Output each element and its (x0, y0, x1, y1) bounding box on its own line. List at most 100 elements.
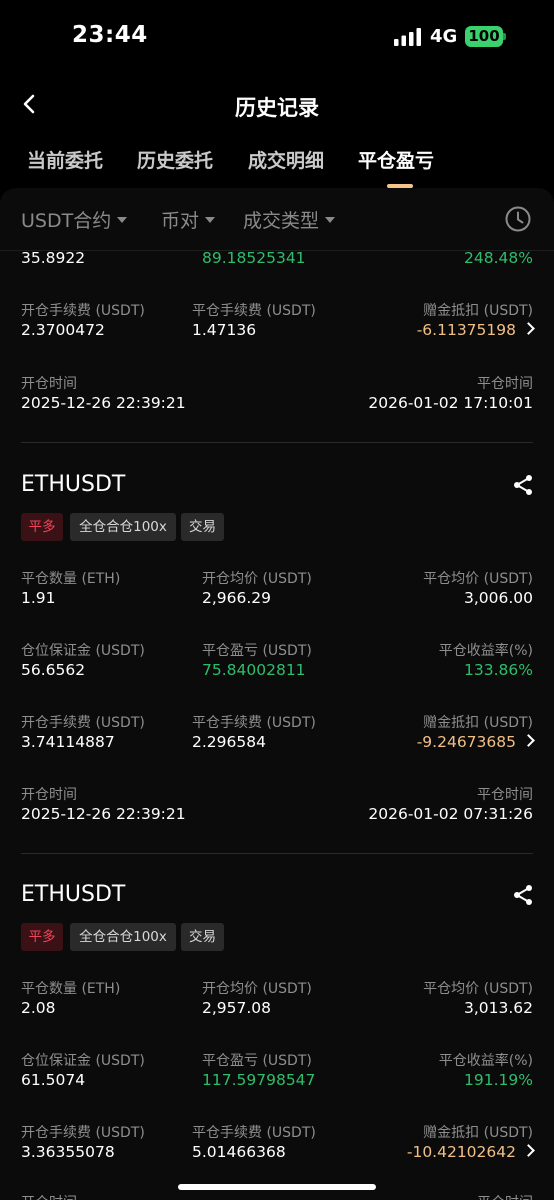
status-bar: 23:44 4G 100 (0, 0, 554, 74)
close-fee-label: 平仓手续费 (USDT) (192, 303, 316, 319)
bonus-deduction-label: 赠金抵扣 (USDT) (423, 303, 533, 319)
chevron-right-icon (522, 734, 535, 747)
open-time-value: 2025-12-26 22:39:21 (21, 394, 186, 412)
open-fee-value: 3.36355078 (21, 1143, 115, 1161)
position-margin-value: 61.5074 (21, 1071, 86, 1089)
page-title: 历史记录 (235, 96, 319, 120)
avg-close-price-value: 3,006.00 (463, 589, 533, 607)
position-margin-label: 仓位保证金 (USDT) (21, 643, 145, 659)
margin-mode-tag: 全仓合仓100x (70, 513, 176, 541)
open-fee-value: 2.3700472 (21, 321, 105, 339)
bonus-deduction-link[interactable]: -6.11375198 (416, 321, 535, 339)
status-time: 23:44 (72, 22, 148, 48)
filter-contract[interactable]: USDT合约 (21, 206, 128, 233)
open-fee-label: 开仓手续费 (USDT) (21, 715, 145, 731)
closed-pnl-value: 89.18525341 (202, 249, 306, 267)
open-time-value: 2025-12-26 22:39:21 (21, 805, 186, 823)
position-margin-value: 35.8922 (21, 249, 86, 267)
close-qty-label: 平仓数量 (ETH) (21, 981, 121, 997)
nav-bar: 历史记录 (0, 80, 554, 130)
avg-close-price-label: 平仓均价 (USDT) (423, 571, 533, 587)
close-time-value: 2026-01-02 17:10:01 (368, 394, 533, 412)
bonus-deduction-value: -9.24673685 (416, 733, 516, 751)
symbol-title: ETHUSDT (21, 882, 126, 907)
network-label: 4G (430, 26, 458, 47)
filter-trade-type[interactable]: 成交类型 (243, 206, 336, 233)
share-icon[interactable] (512, 884, 534, 906)
margin-mode-tag: 全仓合仓100x (70, 923, 176, 951)
clock-icon[interactable] (505, 206, 531, 232)
close-time-value: 2026-01-02 07:31:26 (368, 805, 533, 823)
chevron-down-icon (325, 216, 336, 223)
tab-bar: 当前委托 历史委托 成交明细 平仓盈亏 (0, 142, 554, 188)
tab-trade-details[interactable]: 成交明细 (248, 146, 324, 173)
trade-type-tag: 交易 (181, 513, 224, 541)
chevron-down-icon (205, 216, 216, 223)
closed-pnl-value: 75.84002811 (202, 661, 306, 679)
close-time-label: 平仓时间 (477, 376, 533, 392)
tab-order-history[interactable]: 历史委托 (137, 146, 213, 173)
avg-close-price-value: 3,013.62 (463, 999, 533, 1017)
avg-open-price-label: 开仓均价 (USDT) (202, 571, 312, 587)
close-fee-label: 平仓手续费 (USDT) (192, 715, 316, 731)
close-qty-value: 1.91 (21, 589, 56, 607)
position-margin-label: 仓位保证金 (USDT) (21, 1053, 145, 1069)
filter-pair-label: 币对 (161, 210, 200, 232)
closed-pnl-label: 平仓盈亏 (USDT) (202, 643, 312, 659)
chevron-down-icon (117, 216, 128, 223)
bonus-deduction-link[interactable]: -9.24673685 (416, 733, 535, 751)
closed-pnl-label: 平仓盈亏 (USDT) (202, 1053, 312, 1069)
home-indicator[interactable] (178, 1184, 376, 1190)
avg-close-price-label: 平仓均价 (USDT) (423, 981, 533, 997)
return-rate-label: 平仓收益率(%) (438, 643, 533, 659)
close-qty-label: 平仓数量 (ETH) (21, 571, 121, 587)
battery-icon: 100 (465, 26, 503, 47)
chevron-right-icon (522, 322, 535, 335)
filter-contract-label: USDT合约 (21, 210, 112, 232)
avg-open-price-value: 2,966.29 (202, 589, 272, 607)
close-fee-value: 5.01466368 (192, 1143, 286, 1161)
position-margin-value: 56.6562 (21, 661, 86, 679)
bonus-deduction-value: -6.11375198 (416, 321, 516, 339)
tab-current-orders[interactable]: 当前委托 (27, 146, 103, 173)
side-tag: 平多 (21, 513, 63, 541)
symbol-title: ETHUSDT (21, 472, 126, 497)
close-fee-value: 2.296584 (192, 733, 266, 751)
bonus-deduction-label: 赠金抵扣 (USDT) (423, 1125, 533, 1141)
return-rate-value: 248.48% (464, 249, 533, 267)
open-fee-value: 3.74114887 (21, 733, 115, 751)
open-time-label: 开仓时间 (21, 376, 77, 392)
avg-open-price-value: 2,957.08 (202, 999, 272, 1017)
open-time-label: 开仓时间 (21, 1192, 77, 1200)
content-sheet: USDT合约 币对 成交类型 35.8922 89.18525341 248.4… (0, 188, 554, 1200)
filter-trade-type-label: 成交类型 (243, 210, 320, 232)
open-time-label: 开仓时间 (21, 787, 77, 803)
close-fee-label: 平仓手续费 (USDT) (192, 1125, 316, 1141)
side-tag: 平多 (21, 923, 63, 951)
avg-open-price-label: 开仓均价 (USDT) (202, 981, 312, 997)
return-rate-value: 191.19% (464, 1071, 533, 1089)
trade-type-tag: 交易 (181, 923, 224, 951)
card-divider (21, 442, 533, 443)
bonus-deduction-label: 赠金抵扣 (USDT) (423, 715, 533, 731)
battery-level: 100 (468, 27, 500, 45)
closed-pnl-value: 117.59798547 (202, 1071, 316, 1089)
close-qty-value: 2.08 (21, 999, 56, 1017)
bonus-deduction-link[interactable]: -10.42102642 (406, 1143, 535, 1161)
filter-pair[interactable]: 币对 (161, 206, 216, 233)
filter-bar: USDT合约 币对 成交类型 (0, 188, 554, 251)
return-rate-value: 133.86% (464, 661, 533, 679)
open-fee-label: 开仓手续费 (USDT) (21, 303, 145, 319)
open-fee-label: 开仓手续费 (USDT) (21, 1125, 145, 1141)
close-time-label: 平仓时间 (477, 787, 533, 803)
signal-icon (394, 28, 421, 46)
tab-closed-pnl[interactable]: 平仓盈亏 (358, 146, 434, 173)
card-divider (21, 853, 533, 854)
return-rate-label: 平仓收益率(%) (438, 1053, 533, 1069)
bonus-deduction-value: -10.42102642 (406, 1143, 516, 1161)
chevron-right-icon (522, 1144, 535, 1157)
share-icon[interactable] (512, 474, 534, 496)
battery-tip (503, 33, 506, 40)
close-time-label: 平仓时间 (477, 1192, 533, 1200)
close-fee-value: 1.47136 (192, 321, 257, 339)
